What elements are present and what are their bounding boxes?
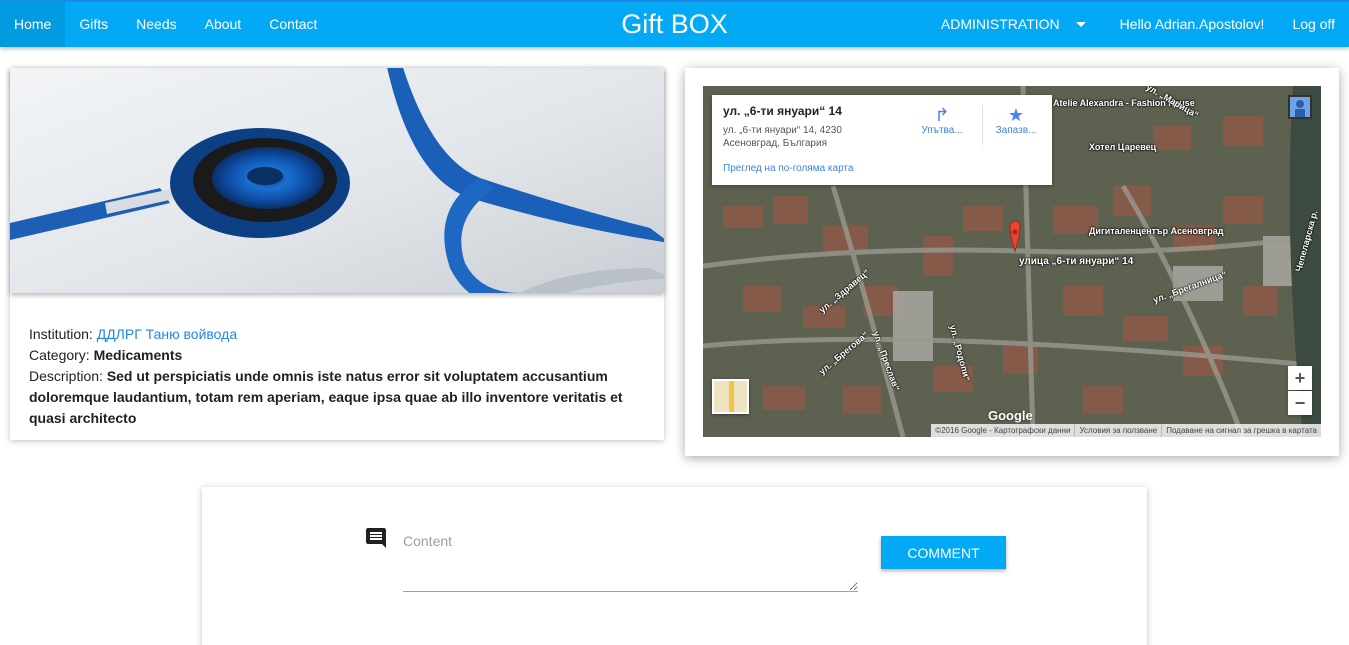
user-greeting-link[interactable]: Hello Adrian.Apostolov! (1106, 2, 1279, 47)
directions-button[interactable]: ↱ Упътва... (912, 105, 972, 136)
category-row: Category: Medicaments (29, 345, 649, 366)
terms-link[interactable]: Условия за ползване (1074, 424, 1161, 437)
nav-home[interactable]: Home (0, 2, 66, 47)
popup-divider (982, 105, 983, 145)
star-icon: ★ (1007, 105, 1025, 125)
map-marker-label: улица „6-ти януари“ 14 (1019, 256, 1134, 267)
map-footer: ©2016 Google - Картографски данни Услови… (931, 424, 1321, 437)
institution-link[interactable]: ДДЛРГ Таню войвода (97, 326, 237, 342)
description-value: Sed ut perspiciatis unde omnis iste natu… (29, 368, 623, 426)
nav-about[interactable]: About (191, 2, 256, 47)
comment-card: Comment (202, 487, 1147, 645)
nav-links: Home Gifts Needs About Contact (0, 2, 331, 47)
map-label-digital-center: Дигиталенцентър Асеновград (1089, 226, 1224, 236)
popup-address-line2: Асеновград, България (723, 138, 827, 149)
nav-contact[interactable]: Contact (255, 2, 331, 47)
popup-address-line1: ул. „6-ти януари“ 14, 4230 (723, 125, 842, 136)
administration-dropdown[interactable]: ADMINISTRATION (927, 2, 1106, 47)
google-logo: Google (988, 408, 1033, 423)
save-label: Запазв... (995, 125, 1037, 136)
comment-icon (364, 526, 388, 550)
nav-right: ADMINISTRATION Hello Adrian.Apostolov! L… (927, 2, 1349, 47)
save-place-button[interactable]: ★ Запазв... (986, 105, 1046, 136)
map-type-toggle[interactable] (712, 379, 749, 414)
description-label: Description: (29, 368, 103, 384)
comment-button[interactable]: Comment (881, 536, 1006, 569)
institution-label: Institution: (29, 326, 93, 342)
logoff-link[interactable]: Log off (1278, 2, 1349, 47)
comment-content-input[interactable] (403, 531, 858, 592)
directions-label: Упътва... (921, 125, 963, 136)
category-value: Medicaments (93, 347, 183, 363)
nav-gifts[interactable]: Gifts (65, 2, 122, 47)
administration-label: ADMINISTRATION (940, 16, 1060, 32)
zoom-out-button[interactable]: − (1288, 391, 1312, 415)
map-label-hotel: Хотел Царевец (1089, 142, 1157, 152)
description-row: Description: Sed ut perspiciatis unde om… (29, 366, 649, 429)
map-card: Atelie Alexandra - Fashion house Хотел Ц… (685, 68, 1339, 456)
larger-map-link[interactable]: Преглед на по-голяма карта (723, 163, 853, 174)
top-navbar: Home Gifts Needs About Contact Gift BOX … (0, 0, 1349, 47)
zoom-in-button[interactable]: + (1288, 366, 1312, 390)
need-card: Institution: ДДЛРГ Таню войвода Category… (10, 68, 664, 440)
popup-title: ул. „6-ти януари“ 14 (723, 104, 842, 118)
report-error-link[interactable]: Подаване на сигнал за грешка в картата (1161, 424, 1321, 437)
street-view-pegman-icon[interactable] (1288, 95, 1312, 119)
stethoscope-image (10, 68, 664, 293)
nav-needs[interactable]: Needs (122, 2, 190, 47)
institution-row: Institution: ДДЛРГ Таню войвода (29, 324, 649, 345)
category-label: Category: (29, 347, 90, 363)
directions-icon: ↱ (934, 105, 950, 125)
google-map[interactable]: Atelie Alexandra - Fashion house Хотел Ц… (703, 86, 1321, 437)
map-info-popup: ул. „6-ти януари“ 14 ул. „6-ти януари“ 1… (712, 95, 1052, 185)
map-copyright: ©2016 Google - Картографски данни (935, 426, 1071, 435)
need-details: Institution: ДДЛРГ Таню войвода Category… (29, 324, 649, 429)
caret-down-icon (1075, 22, 1086, 27)
popup-address: ул. „6-ти януари“ 14, 4230 Асеновград, Б… (723, 124, 883, 150)
